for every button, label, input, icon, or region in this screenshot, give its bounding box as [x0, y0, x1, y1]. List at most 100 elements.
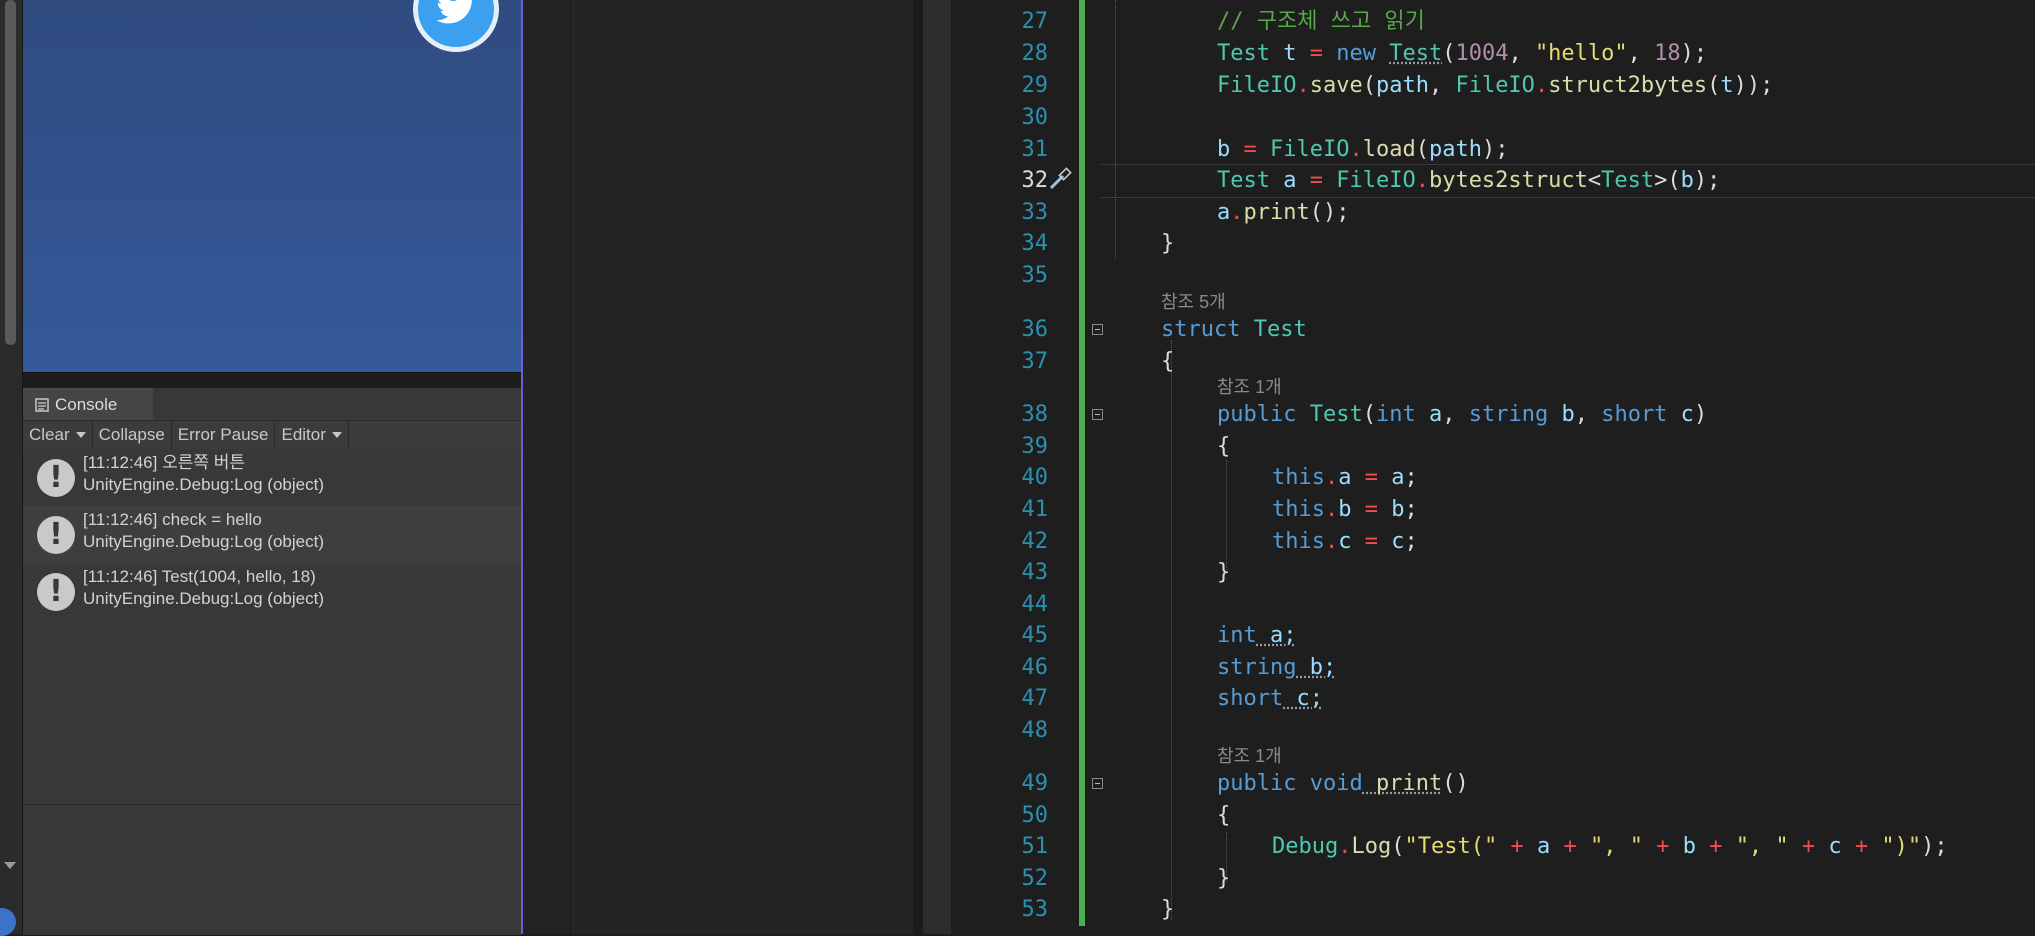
code-line[interactable]: 46 string b;	[951, 653, 2035, 683]
token: a;	[1256, 623, 1297, 648]
token: this	[1272, 497, 1325, 522]
codelens-references[interactable]: 참조 5개	[1161, 290, 1226, 314]
line-number: 43	[1021, 560, 1049, 585]
code-text: this.a = a;	[1272, 463, 1418, 493]
code-line[interactable]: 43 }	[951, 558, 2035, 588]
code-line[interactable]: 53 }	[951, 895, 2035, 925]
code-line[interactable]: 27 // 구조체 쓰고 읽기	[951, 7, 2035, 37]
log-entry[interactable]: ! [11:12:46] Test(1004, hello, 18) Unity…	[23, 563, 521, 620]
token: public	[1217, 771, 1297, 796]
line-number: 44	[1021, 592, 1049, 617]
clear-button[interactable]: Clear	[23, 421, 93, 449]
hierarchy-scrollbar[interactable]	[0, 0, 23, 936]
token: struct2bytes	[1548, 73, 1708, 98]
line-number: 51	[1021, 834, 1049, 859]
code-line[interactable]: 35	[951, 261, 2035, 291]
token: struct	[1161, 317, 1241, 342]
empty-panel	[571, 0, 913, 934]
token: b	[1682, 834, 1696, 859]
token: );	[1693, 168, 1721, 193]
code-line[interactable]: 36 struct Test	[951, 315, 2035, 345]
token: (	[1362, 402, 1376, 427]
code-line[interactable]: 30	[951, 103, 2035, 133]
token: b	[1391, 497, 1405, 522]
code-line[interactable]: 29 FileIO.save(path, FileIO.struct2bytes…	[951, 71, 2035, 101]
clear-dropdown-icon[interactable]	[75, 432, 86, 438]
token: FileIO	[1455, 73, 1535, 98]
code-line[interactable]: 28 Test t = new Test(1004, "hello", 18);	[951, 39, 2035, 69]
game-view[interactable]	[23, 0, 521, 372]
token: ,	[1442, 402, 1469, 427]
token: =	[1309, 168, 1323, 193]
token: a	[1269, 168, 1310, 193]
code-text: public Test(int a, string b, short c)	[1217, 400, 1707, 430]
window-divider[interactable]	[913, 0, 923, 934]
codelens-references[interactable]: 참조 1개	[1217, 744, 1282, 768]
code-line[interactable]: 52 }	[951, 864, 2035, 894]
token: +	[1695, 834, 1736, 859]
editor-dropdown[interactable]: Editor	[275, 421, 349, 449]
code-line[interactable]: 33 a.print();	[951, 198, 2035, 228]
line-number: 52	[1021, 866, 1049, 891]
token: .	[1230, 200, 1244, 225]
scrollbar-thumb[interactable]	[5, 0, 16, 345]
line-number: 32	[1021, 168, 1049, 193]
line-number: 49	[1021, 771, 1049, 796]
token: ();	[1309, 200, 1350, 225]
code-line[interactable]: 48	[951, 716, 2035, 746]
codelens-references[interactable]: 참조 1개	[1217, 375, 1282, 399]
log-message: [11:12:46] check = hello	[83, 510, 262, 529]
token: "hello"	[1534, 41, 1628, 66]
code-line[interactable]: 39 {	[951, 432, 2035, 462]
token: string	[1468, 402, 1549, 427]
code-line[interactable]: 49 public void print()	[951, 769, 2035, 799]
log-source: UnityEngine.Debug:Log (object)	[83, 475, 324, 494]
code-text: }	[1161, 895, 1174, 925]
code-line[interactable]: 41 this.b = b;	[951, 495, 2035, 525]
error-pause-toggle[interactable]: Error Pause	[172, 421, 276, 449]
token: (	[1415, 137, 1429, 162]
tab-console[interactable]: Console	[23, 388, 153, 420]
code-line[interactable]: 50 {	[951, 801, 2035, 831]
token: Log	[1351, 834, 1392, 859]
code-text: {	[1161, 347, 1174, 377]
code-line[interactable]: 38 public Test(int a, string b, short c)	[951, 400, 2035, 430]
token: Debug	[1272, 834, 1339, 859]
code-editor[interactable]: 27 // 구조체 쓰고 읽기 28 Test t = new Test(100…	[951, 0, 2035, 934]
code-text: Test t = new Test(1004, "hello", 18);	[1217, 39, 1707, 69]
code-line[interactable]: 45 int a;	[951, 621, 2035, 651]
code-line[interactable]: 47 short c;	[951, 684, 2035, 714]
token: c	[1338, 529, 1352, 554]
code-line[interactable]: 40 this.a = a;	[951, 463, 2035, 493]
line-number: 42	[1021, 529, 1049, 554]
twitter-button[interactable]	[413, 0, 499, 52]
token: {	[1161, 349, 1175, 374]
token: print	[1243, 200, 1310, 225]
panel-separator[interactable]	[23, 372, 521, 389]
collapse-toggle[interactable]: Collapse	[93, 421, 172, 449]
code-line[interactable]: 31 b = FileIO.load(path);	[951, 135, 2035, 165]
token: +	[1788, 834, 1829, 859]
code-line[interactable]: 37 {	[951, 347, 2035, 377]
code-line[interactable]: 51 Debug.Log("Test(" + a + ", " + b + ",…	[951, 832, 2035, 862]
token: ()	[1442, 771, 1469, 796]
code-line[interactable]: 44	[951, 590, 2035, 620]
line-number: 36	[1021, 317, 1049, 342]
console-log-list[interactable]: ! [11:12:46] 오른쪽 버튼 UnityEngine.Debug:Lo…	[23, 449, 521, 791]
token: 18	[1654, 41, 1681, 66]
code-text: this.b = b;	[1272, 495, 1418, 525]
token: ;	[1404, 497, 1418, 522]
log-source: UnityEngine.Debug:Log (object)	[83, 589, 324, 608]
token: =	[1351, 529, 1392, 554]
log-source: UnityEngine.Debug:Log (object)	[83, 532, 324, 551]
log-entry[interactable]: ! [11:12:46] check = hello UnityEngine.D…	[23, 506, 521, 563]
scroll-down-arrow-icon[interactable]	[4, 862, 16, 869]
code-line[interactable]: 34 }	[951, 229, 2035, 259]
console-detail-pane[interactable]	[23, 804, 521, 935]
token: }	[1161, 231, 1175, 256]
code-line[interactable]: 42 this.c = c;	[951, 527, 2035, 557]
code-line[interactable]: 32 Test a = FileIO.bytes2struct<Test>(b)…	[951, 166, 2035, 196]
token: c	[1828, 834, 1842, 859]
log-entry[interactable]: ! [11:12:46] 오른쪽 버튼 UnityEngine.Debug:Lo…	[23, 449, 521, 506]
token: FileIO	[1270, 137, 1350, 162]
